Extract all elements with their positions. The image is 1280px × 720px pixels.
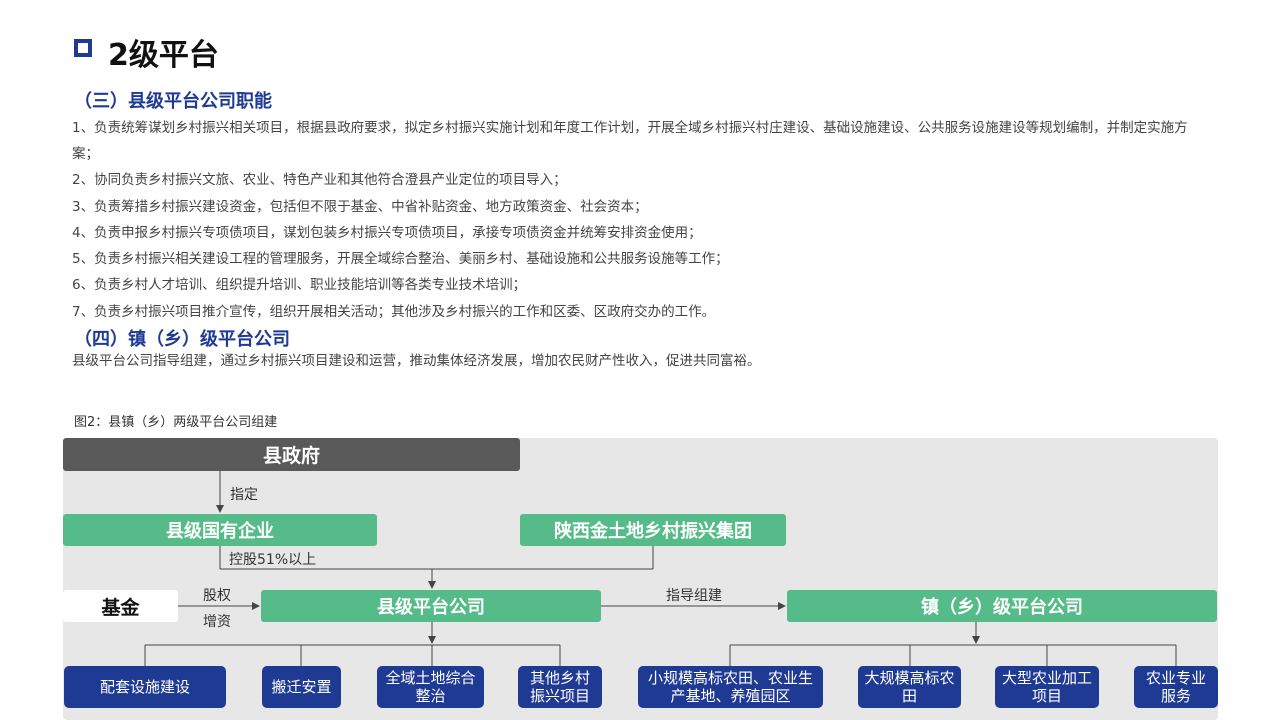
- town-child-agri-services: 农业专业服务: [1134, 666, 1218, 708]
- town-child-small-farmland: 小规模高标农田、农业生产基地、养殖园区: [638, 666, 823, 708]
- edge-label-holding: 控股51%以上: [229, 552, 317, 568]
- edge-label-designate: 指定: [230, 487, 258, 503]
- county-child-relocation: 搬迁安置: [262, 666, 341, 708]
- edge-label-equity: 股权: [203, 588, 231, 604]
- county-child-supporting-facilities: 配套设施建设: [64, 666, 226, 708]
- node-shaanxi-group: 陕西金土地乡村振兴集团: [520, 514, 786, 546]
- county-child-other-projects: 其他乡村振兴项目: [518, 666, 602, 708]
- node-fund: 基金: [63, 590, 178, 622]
- county-child-land-consolidation: 全域土地综合整治: [377, 666, 484, 708]
- node-county-government: 县政府: [63, 438, 520, 471]
- edge-label-guide: 指导组建: [666, 588, 722, 604]
- town-child-agri-processing: 大型农业加工项目: [995, 666, 1099, 708]
- edge-label-capital: 增资: [203, 614, 231, 630]
- node-town-platform: 镇（乡）级平台公司: [787, 590, 1217, 622]
- town-child-large-farmland: 大规模高标农田: [858, 666, 961, 708]
- node-county-platform: 县级平台公司: [261, 590, 601, 622]
- node-county-soe: 县级国有企业: [63, 514, 377, 546]
